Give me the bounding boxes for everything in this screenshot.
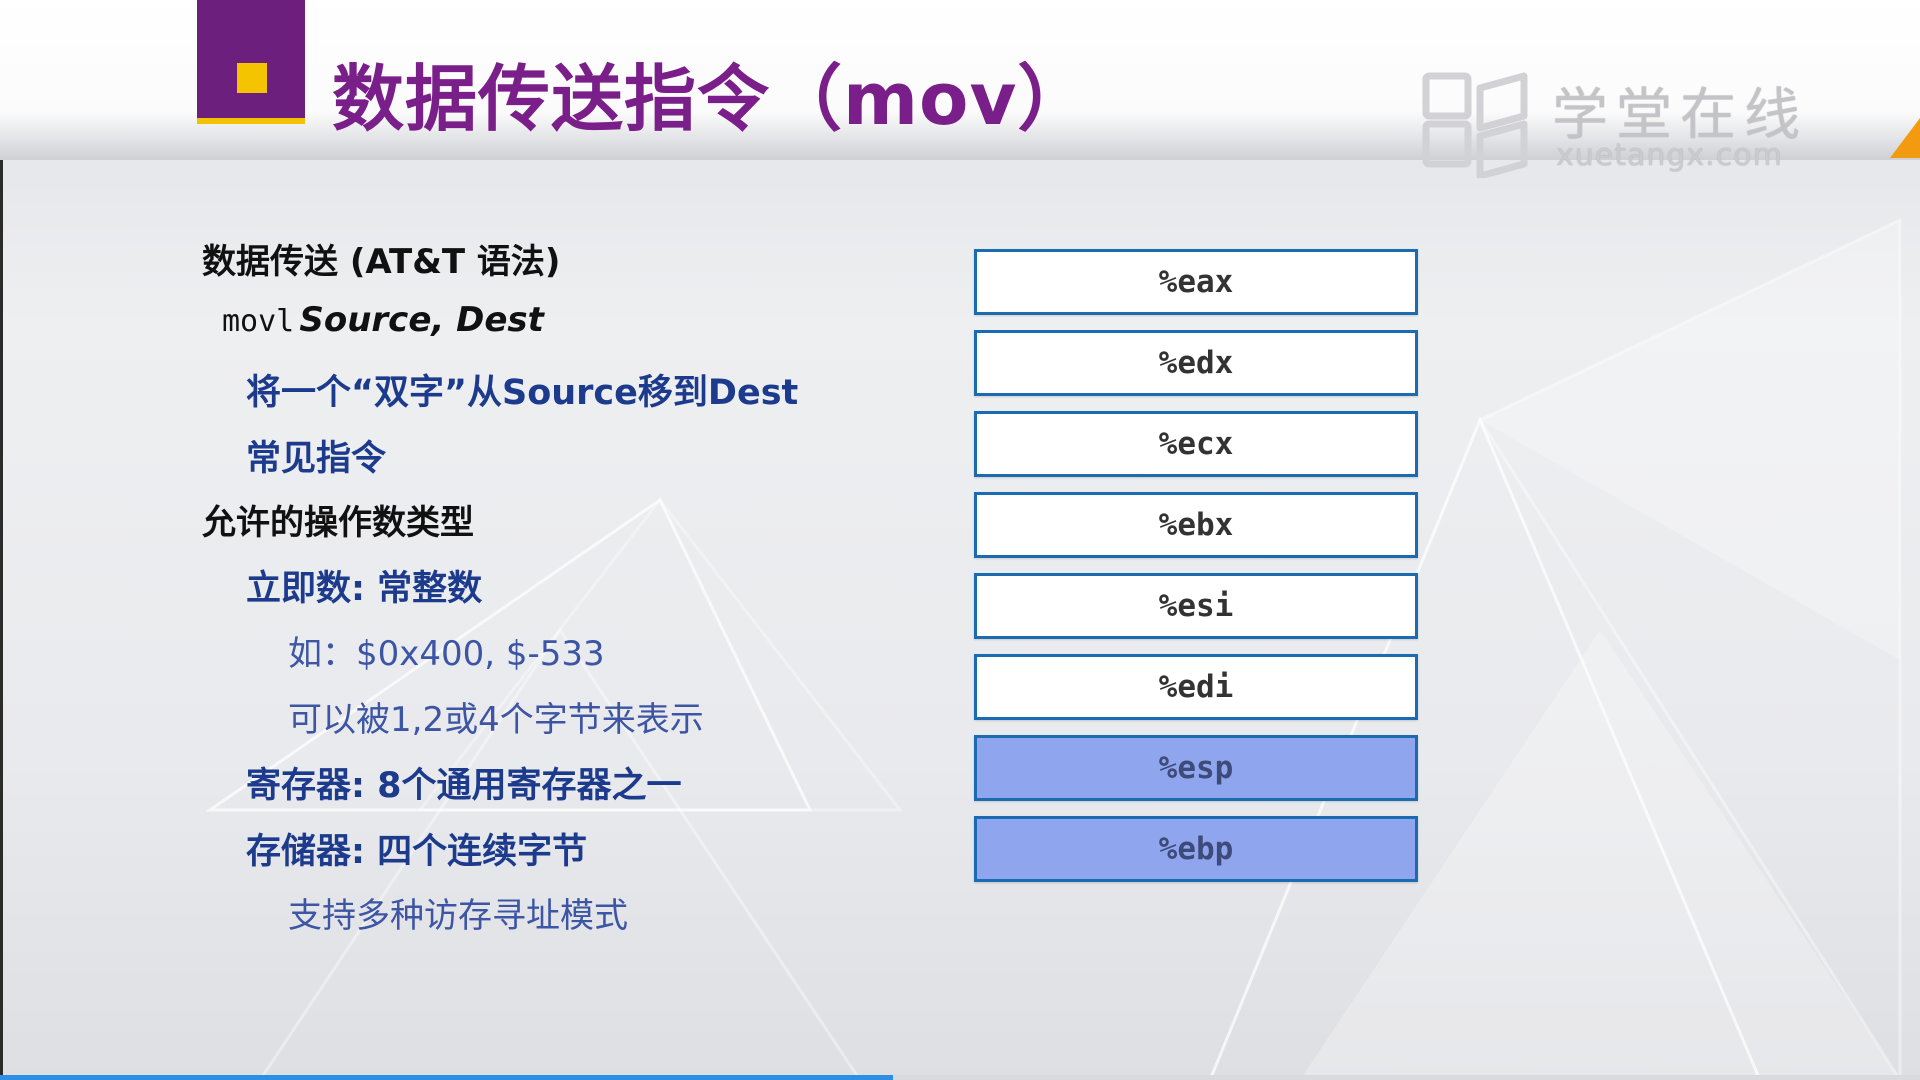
register-eax: %eax bbox=[974, 249, 1418, 315]
register-ebp: %ebp bbox=[974, 816, 1418, 882]
title-block bbox=[197, 0, 305, 118]
title-block-underline bbox=[197, 118, 305, 124]
watermark-en: xuetangx.com bbox=[1556, 138, 1783, 173]
line-common-instructions: 常见指令 bbox=[246, 439, 387, 479]
register-esp: %esp bbox=[974, 735, 1418, 801]
movl-code: movl bbox=[222, 304, 295, 339]
line-immediate-example: 如：$0x400, $-533 bbox=[288, 634, 605, 674]
title-bullet-square bbox=[237, 63, 267, 93]
line-operand-types: 允许的操作数类型 bbox=[202, 503, 474, 543]
slide-header: 数据传送指令（mov） 学堂在线 xuetangx.com bbox=[0, 0, 1920, 178]
line-memory: 存储器: 四个连续字节 bbox=[246, 832, 588, 872]
register-edi: %edi bbox=[974, 654, 1418, 720]
line-move-doubleword: 将一个“双字”从Source移到Dest bbox=[246, 373, 799, 413]
register-edx: %edx bbox=[974, 330, 1418, 396]
register-esi: %esi bbox=[974, 573, 1418, 639]
book-logo-icon bbox=[1422, 72, 1528, 178]
line-immediate: 立即数: 常整数 bbox=[246, 569, 483, 609]
line-data-transfer: 数据传送 (AT&T 语法) bbox=[202, 242, 561, 282]
background-decoration bbox=[205, 217, 1902, 1080]
corner-accent bbox=[1890, 118, 1920, 158]
video-progress-fill bbox=[0, 1075, 893, 1080]
line-movl: movl Source, Dest bbox=[222, 300, 544, 340]
line-register: 寄存器: 8个通用寄存器之一 bbox=[246, 766, 682, 806]
slide-title: 数据传送指令（mov） bbox=[332, 57, 1091, 141]
video-progress-track[interactable] bbox=[0, 1075, 1920, 1080]
register-ebx: %ebx bbox=[974, 492, 1418, 558]
line-addressing-modes: 支持多种访存寻址模式 bbox=[288, 896, 628, 936]
movl-args: Source, Dest bbox=[299, 300, 544, 340]
line-immediate-bytes: 可以被1,2或4个字节来表示 bbox=[288, 700, 704, 740]
register-ecx: %ecx bbox=[974, 411, 1418, 477]
watermark: 学堂在线 xuetangx.com bbox=[1420, 68, 1800, 178]
